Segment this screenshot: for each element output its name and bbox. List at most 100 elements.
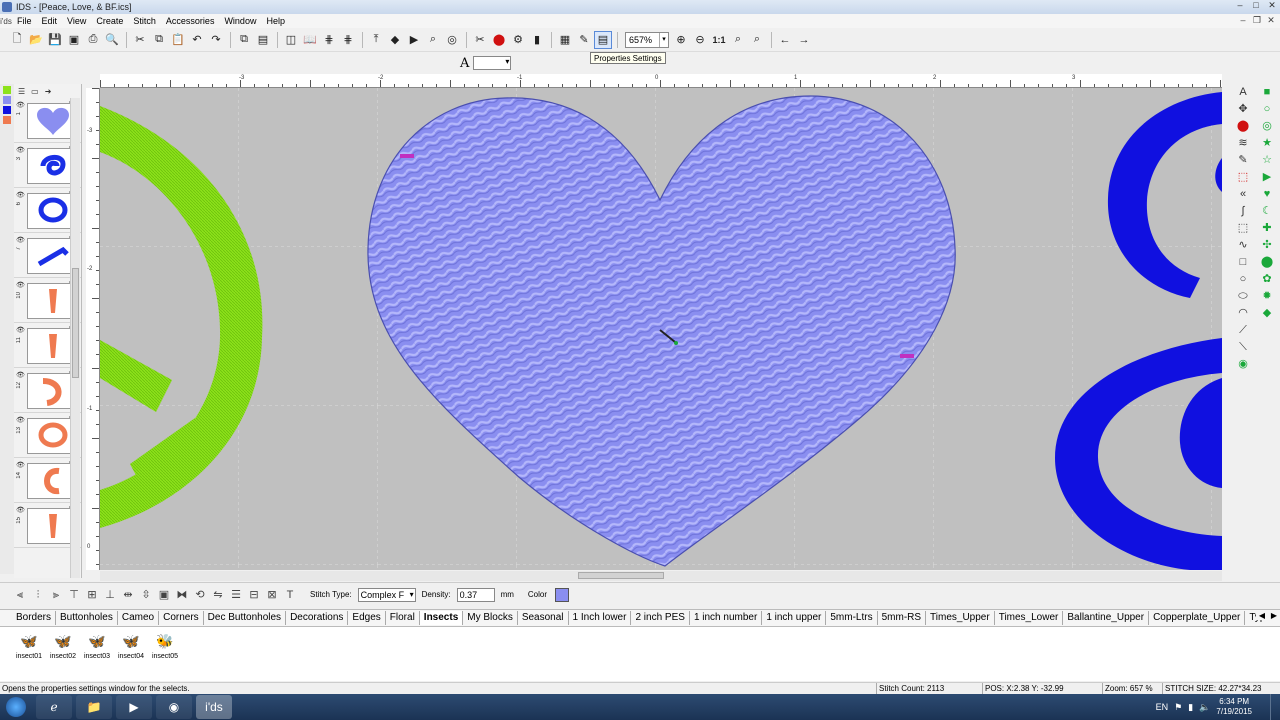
circle-shape-icon[interactable]: ○	[1258, 101, 1276, 118]
layer-monitor-icon[interactable]: ▭	[31, 87, 39, 96]
order-icon[interactable]: ☰	[228, 587, 244, 603]
heart-shape-icon[interactable]: ♥	[1258, 186, 1276, 203]
align-center-icon[interactable]: ⫶	[30, 587, 46, 603]
language-indicator[interactable]: EN	[1156, 702, 1169, 712]
save-icon[interactable]: 💾	[46, 31, 64, 49]
layer-next-icon[interactable]: ➜	[45, 87, 52, 96]
properties-settings-icon[interactable]: ▤	[594, 30, 612, 49]
tab-borders[interactable]: Borders	[12, 611, 57, 625]
gallery-item[interactable]: 🐝 insect05	[150, 629, 180, 679]
arc-tool-icon[interactable]: ◠	[1234, 305, 1252, 322]
zoom-in-icon[interactable]: ⊕	[672, 31, 690, 49]
visibility-eye-icon[interactable]: 👁	[16, 506, 25, 514]
doc-minimize-button[interactable]: –	[1236, 14, 1250, 27]
tab-times-lower[interactable]: Times_Lower	[995, 611, 1064, 625]
color-swatch-blue[interactable]	[3, 106, 11, 114]
mirror-icon[interactable]: ⧓	[174, 587, 190, 603]
color-swatch-lavender[interactable]	[3, 96, 11, 104]
align-middle-icon[interactable]: ⊞	[84, 587, 100, 603]
tab-right-arrow-icon[interactable]: ▶	[1268, 611, 1280, 620]
visibility-eye-icon[interactable]: 👁	[16, 191, 25, 199]
tab-buttonholes[interactable]: Buttonholes	[56, 611, 118, 625]
tab-1-inch-number[interactable]: 1 inch number	[690, 611, 763, 625]
color-picker-swatch[interactable]	[555, 587, 570, 602]
network-icon[interactable]: ▮	[1188, 702, 1193, 713]
ids-taskbar-button[interactable]: i'ds	[196, 695, 232, 719]
square-shape-icon[interactable]: ■	[1258, 84, 1276, 101]
rotate-icon[interactable]: ⟲	[192, 587, 208, 603]
menu-file[interactable]: File	[12, 14, 37, 28]
weld-icon[interactable]: ⊠	[264, 587, 280, 603]
record-tool-icon[interactable]: ⬤	[1234, 118, 1252, 135]
layer-scroll-thumb[interactable]	[72, 268, 79, 378]
chrome-taskbar-icon[interactable]: ◉	[156, 695, 192, 719]
cut-icon[interactable]: ✂	[131, 31, 149, 49]
moon-shape-icon[interactable]: ☾	[1258, 203, 1276, 220]
drop-shape-icon[interactable]: ⬤	[1258, 254, 1276, 271]
print-preview-icon[interactable]: 🔍	[103, 31, 121, 49]
zigzag-tool-icon[interactable]: ⟋	[1234, 322, 1252, 339]
show-desktop-button[interactable]	[1270, 694, 1280, 720]
text-props-icon[interactable]: T	[282, 587, 298, 603]
star-outline-shape-icon[interactable]: ☆	[1258, 152, 1276, 169]
visibility-eye-icon[interactable]: 👁	[16, 371, 25, 379]
rectangle-tool-icon[interactable]: □	[1234, 254, 1252, 271]
select-tool-icon[interactable]: ⬚	[1234, 220, 1252, 237]
gallery-item[interactable]: 🦋 insect01	[14, 629, 44, 679]
shape-tool-icon[interactable]: ⬚	[1234, 169, 1252, 186]
menu-window[interactable]: Window	[219, 14, 261, 28]
view-3d-icon[interactable]: ◎	[443, 31, 461, 49]
cross-shape-icon[interactable]: ✚	[1258, 220, 1276, 237]
visibility-eye-icon[interactable]: 👁	[16, 461, 25, 469]
tab-1-inch-upper[interactable]: 1 inch upper	[762, 611, 827, 625]
visibility-eye-icon[interactable]: 👁	[16, 281, 25, 289]
block-icon[interactable]: ▮	[528, 31, 546, 49]
stitch-fill-icon[interactable]: ⋕	[339, 31, 357, 49]
chevrons-tool-icon[interactable]: «	[1234, 186, 1252, 203]
new-file-icon[interactable]: 🗋	[8, 31, 26, 49]
menu-create[interactable]: Create	[91, 14, 128, 28]
record-icon[interactable]: ⬤	[490, 31, 508, 49]
doc-close-button[interactable]: ✕	[1264, 14, 1278, 27]
layers-tool-icon[interactable]: ≋	[1234, 135, 1252, 152]
book-icon[interactable]: 📖	[301, 31, 319, 49]
gallery-item[interactable]: 🦋 insect02	[48, 629, 78, 679]
start-button[interactable]	[0, 694, 32, 720]
visibility-eye-icon[interactable]: 👁	[16, 236, 25, 244]
menu-edit[interactable]: Edit	[37, 14, 63, 28]
curve-tool-icon[interactable]: ∫	[1234, 203, 1252, 220]
distribute-h-icon[interactable]: ⇹	[120, 587, 136, 603]
export-icon[interactable]: ▣	[65, 31, 83, 49]
tab-5mm-ltrs[interactable]: 5mm-Ltrs	[826, 611, 878, 625]
stitch-edit-icon[interactable]: ⋕	[320, 31, 338, 49]
node-icon[interactable]: ⤒	[367, 31, 385, 49]
binoculars-icon[interactable]: ⌕	[424, 31, 442, 49]
settings-wheel-icon[interactable]: ⚙	[509, 31, 527, 49]
tab-dec-buttonholes[interactable]: Dec Buttonholes	[204, 611, 287, 625]
copy-icon[interactable]: ⧉	[150, 31, 168, 49]
canvas-scroll-thumb[interactable]	[578, 572, 664, 579]
menu-view[interactable]: View	[62, 14, 91, 28]
tab-ballantine-upper[interactable]: Ballantine_Upper	[1063, 611, 1150, 625]
flip-icon[interactable]: ⇋	[210, 587, 226, 603]
ellipse-tool-icon[interactable]: ⬭	[1234, 288, 1252, 305]
layer-list-icon[interactable]: ☰	[18, 87, 25, 96]
tab-times-upper[interactable]: Times_Upper	[926, 611, 995, 625]
tab-copperplate-upper[interactable]: Copperplate_Upper	[1149, 611, 1246, 625]
hoop-icon[interactable]: ◫	[282, 31, 300, 49]
flower-shape-icon[interactable]: ✿	[1258, 271, 1276, 288]
diamond-icon[interactable]: ◆	[386, 31, 404, 49]
menu-accessories[interactable]: Accessories	[161, 14, 220, 28]
node-handle[interactable]	[900, 354, 914, 358]
tab-corners[interactable]: Corners	[159, 611, 204, 625]
design-canvas[interactable]	[100, 88, 1222, 570]
zoom-out-icon[interactable]: ⊖	[691, 31, 709, 49]
tab-2-inch-pes[interactable]: 2 inch PES	[631, 611, 690, 625]
open-folder-icon[interactable]: 📂	[27, 31, 45, 49]
arrow-right-icon[interactable]: →	[795, 31, 813, 49]
zoom-fit-icon[interactable]: ⌕	[729, 31, 747, 49]
undo-icon[interactable]: ↶	[188, 31, 206, 49]
fill-tool-icon[interactable]: ✎	[1234, 152, 1252, 169]
tab-left-arrow-icon[interactable]: ◀	[1256, 611, 1268, 620]
print-icon[interactable]: ⎙	[84, 31, 102, 49]
